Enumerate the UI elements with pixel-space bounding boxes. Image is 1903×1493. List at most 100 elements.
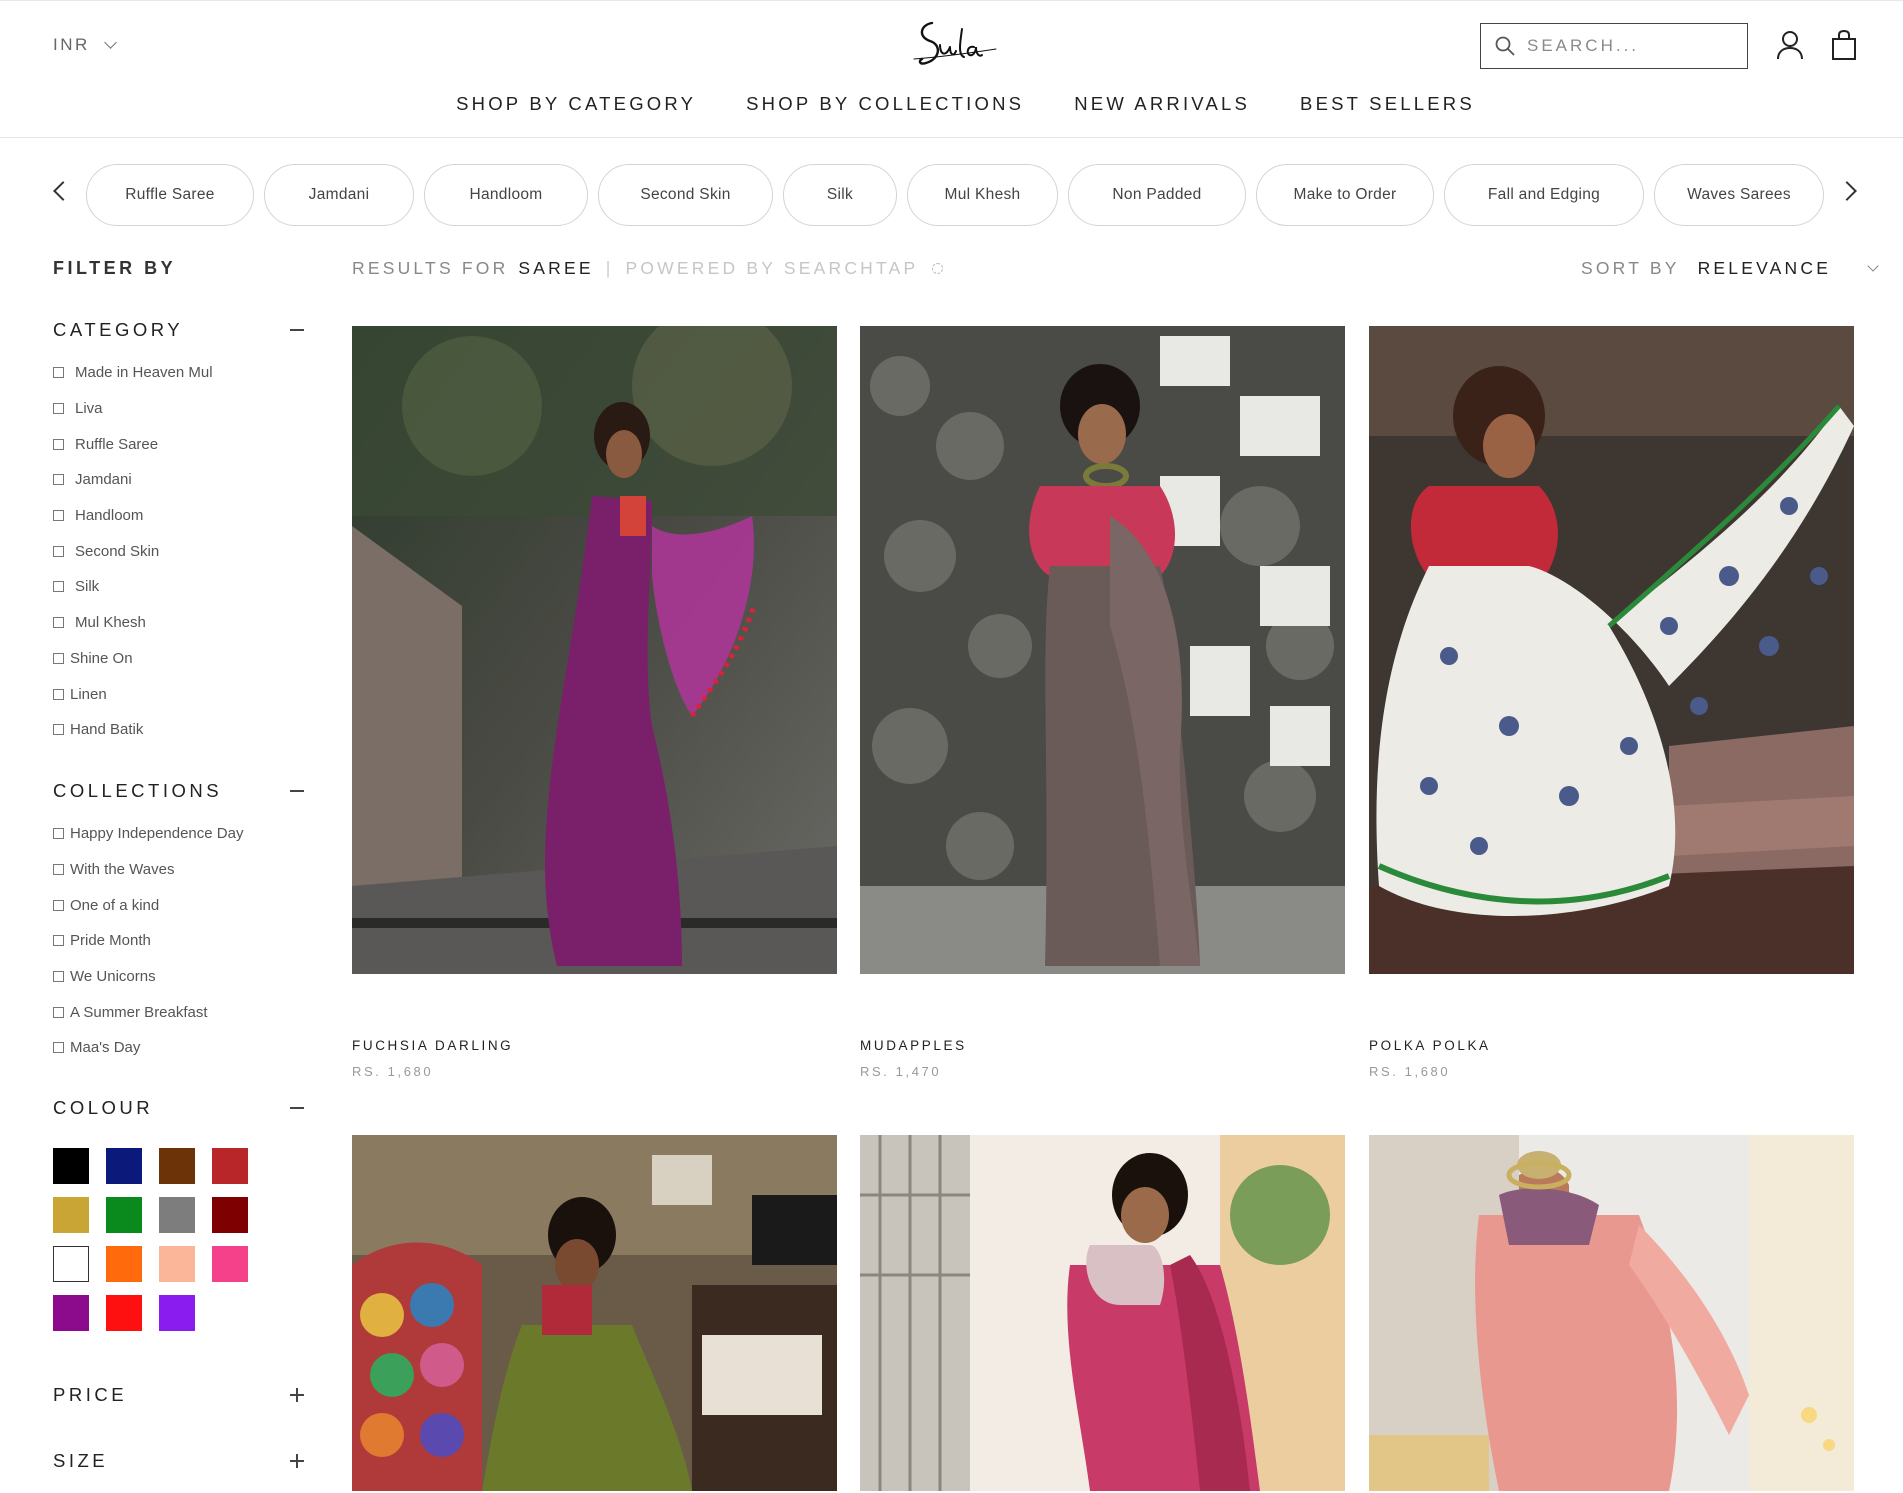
colour-swatch[interactable]: [212, 1246, 248, 1282]
chevron-left-icon[interactable]: [53, 181, 73, 201]
product-card[interactable]: [352, 1135, 837, 1491]
chip-waves-sarees[interactable]: Waves Sarees: [1654, 164, 1824, 226]
checkbox[interactable]: [53, 724, 64, 736]
filter-size-title[interactable]: SIZE: [53, 1450, 108, 1472]
filter-colour-title[interactable]: COLOUR: [53, 1097, 153, 1119]
collapse-icon[interactable]: [290, 323, 304, 337]
filter-option[interactable]: Happy Independence Day: [53, 816, 243, 852]
search-input[interactable]: [1527, 36, 1727, 56]
checkbox[interactable]: [53, 864, 64, 876]
checkbox[interactable]: [53, 617, 64, 629]
chip-ruffle-saree[interactable]: Ruffle Saree: [86, 164, 254, 226]
sort-dropdown[interactable]: SORT BY RELEVANCE: [1581, 258, 1879, 279]
product-card[interactable]: [352, 326, 837, 974]
checkbox[interactable]: [53, 1042, 64, 1054]
chip-jamdani[interactable]: Jamdani: [264, 164, 414, 226]
product-card[interactable]: [860, 1135, 1345, 1491]
product-card[interactable]: [860, 326, 1345, 974]
checkbox[interactable]: [53, 403, 64, 415]
filter-option[interactable]: Mul Khesh: [53, 605, 213, 641]
product-card[interactable]: [1369, 1135, 1854, 1491]
checkbox[interactable]: [53, 899, 64, 911]
checkbox[interactable]: [53, 828, 64, 840]
product-name[interactable]: POLKA POLKA: [1369, 1038, 1491, 1053]
colour-swatch[interactable]: [212, 1148, 248, 1184]
chip-fall-and-edging[interactable]: Fall and Edging: [1444, 164, 1644, 226]
filter-option[interactable]: One of a kind: [53, 887, 243, 923]
checkbox[interactable]: [53, 367, 64, 379]
filter-option[interactable]: Made in Heaven Mul: [53, 355, 213, 391]
filter-option[interactable]: Maa's Day: [53, 1030, 243, 1066]
colour-swatch[interactable]: [53, 1295, 89, 1331]
chip-make-to-order[interactable]: Make to Order: [1256, 164, 1434, 226]
checkbox[interactable]: [53, 688, 64, 700]
filter-option[interactable]: Pride Month: [53, 923, 243, 959]
currency-selector[interactable]: INR: [53, 35, 117, 55]
checkbox[interactable]: [53, 581, 64, 593]
nav-shop-by-collections[interactable]: SHOP BY COLLECTIONS: [746, 93, 1024, 115]
filter-option[interactable]: Second Skin: [53, 533, 213, 569]
product-image[interactable]: [352, 326, 837, 974]
checkbox[interactable]: [53, 438, 64, 450]
filter-option[interactable]: Jamdani: [53, 462, 213, 498]
collapse-icon[interactable]: [290, 1101, 304, 1115]
chip-second-skin[interactable]: Second Skin: [598, 164, 773, 226]
search-box[interactable]: [1480, 23, 1748, 69]
checkbox[interactable]: [53, 652, 64, 664]
colour-swatch[interactable]: [159, 1197, 195, 1233]
checkbox[interactable]: [53, 935, 64, 947]
filter-category-title[interactable]: CATEGORY: [53, 319, 183, 341]
filter-option[interactable]: With the Waves: [53, 852, 243, 888]
collapse-icon[interactable]: [290, 784, 304, 798]
filter-option[interactable]: Handloom: [53, 498, 213, 534]
product-image[interactable]: [860, 326, 1345, 974]
colour-swatch[interactable]: [212, 1197, 248, 1233]
cart-icon[interactable]: [1829, 29, 1859, 61]
account-icon[interactable]: [1775, 29, 1805, 61]
checkbox[interactable]: [53, 1006, 64, 1018]
colour-swatch[interactable]: [159, 1295, 195, 1331]
product-image[interactable]: [860, 1135, 1345, 1491]
filter-collections-title[interactable]: COLLECTIONS: [53, 780, 222, 802]
colour-swatch[interactable]: [53, 1148, 89, 1184]
filter-price-title[interactable]: PRICE: [53, 1384, 127, 1406]
colour-swatch[interactable]: [106, 1246, 142, 1282]
colour-swatch[interactable]: [106, 1148, 142, 1184]
product-image[interactable]: [1369, 326, 1854, 974]
filter-option[interactable]: Shine On: [53, 641, 213, 677]
checkbox[interactable]: [53, 510, 64, 522]
product-image[interactable]: [352, 1135, 837, 1491]
product-card[interactable]: [1369, 326, 1854, 974]
colour-swatch[interactable]: [53, 1246, 89, 1282]
checkbox[interactable]: [53, 474, 64, 486]
powered-by[interactable]: POWERED BY SEARCHTAP: [626, 258, 919, 279]
filter-option[interactable]: Ruffle Saree: [53, 426, 213, 462]
chip-mul-khesh[interactable]: Mul Khesh: [907, 164, 1058, 226]
nav-new-arrivals[interactable]: NEW ARRIVALS: [1074, 93, 1250, 115]
brand-logo[interactable]: [910, 15, 1000, 71]
checkbox[interactable]: [53, 545, 64, 557]
nav-best-sellers[interactable]: BEST SELLERS: [1300, 93, 1475, 115]
colour-swatch[interactable]: [159, 1148, 195, 1184]
filter-option[interactable]: Hand Batik: [53, 712, 213, 748]
filter-option[interactable]: Linen: [53, 676, 213, 712]
chevron-right-icon[interactable]: [1837, 181, 1857, 201]
chip-non-padded[interactable]: Non Padded: [1068, 164, 1246, 226]
colour-swatch[interactable]: [106, 1295, 142, 1331]
filter-option[interactable]: A Summer Breakfast: [53, 994, 243, 1030]
nav-shop-by-category[interactable]: SHOP BY CATEGORY: [456, 93, 696, 115]
filter-option[interactable]: We Unicorns: [53, 959, 243, 995]
chip-handloom[interactable]: Handloom: [424, 164, 588, 226]
chip-silk[interactable]: Silk: [783, 164, 897, 226]
filter-option[interactable]: Liva: [53, 391, 213, 427]
colour-swatch[interactable]: [53, 1197, 89, 1233]
filter-option[interactable]: Silk: [53, 569, 213, 605]
product-name[interactable]: MUDAPPLES: [860, 1038, 967, 1053]
colour-swatch[interactable]: [159, 1246, 195, 1282]
expand-icon[interactable]: [290, 1454, 304, 1468]
expand-icon[interactable]: [290, 1388, 304, 1402]
product-name[interactable]: FUCHSIA DARLING: [352, 1038, 513, 1053]
product-image[interactable]: [1369, 1135, 1854, 1491]
colour-swatch[interactable]: [106, 1197, 142, 1233]
checkbox[interactable]: [53, 971, 64, 983]
